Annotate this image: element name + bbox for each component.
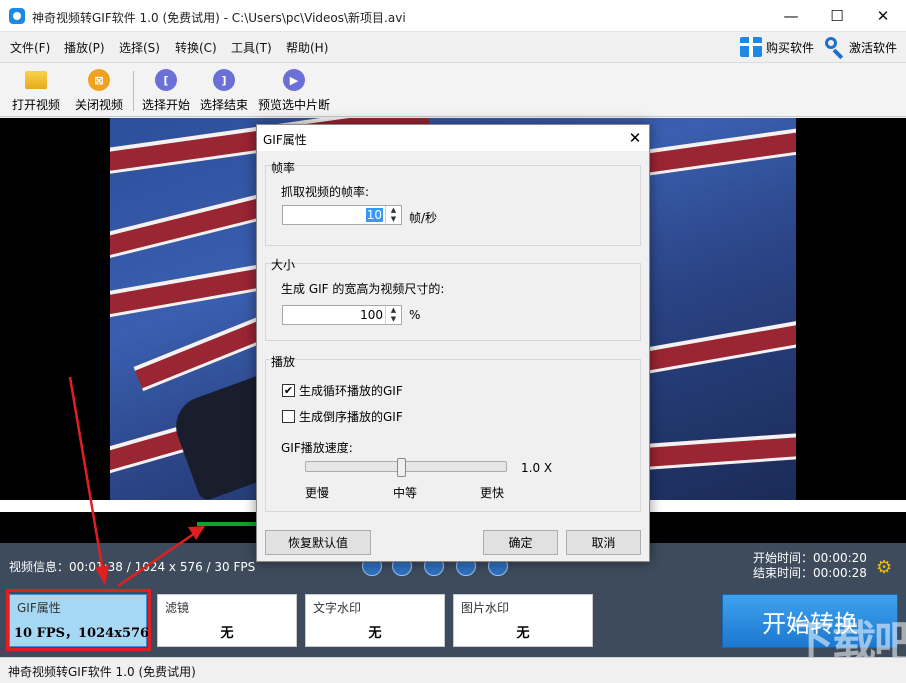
buy-software-label: 购买软件 <box>766 40 815 55</box>
framerate-unit: 帧/秒 <box>409 211 438 225</box>
open-video-button[interactable]: 打开视频 <box>8 63 64 118</box>
menu-tools[interactable]: 工具(T) <box>231 39 272 56</box>
reverse-check-box[interactable] <box>282 410 295 423</box>
image-watermark-card[interactable]: 图片水印 无 <box>453 594 593 647</box>
video-info: 视频信息：00:01:38 / 1024 x 576 / 30 FPS <box>9 560 256 574</box>
menu-help[interactable]: 帮助(H) <box>286 39 328 56</box>
close-video-icon: ⊠ <box>88 69 110 91</box>
playback-group-title: 播放 <box>271 355 296 369</box>
open-video-label: 打开视频 <box>11 98 60 112</box>
filter-value: 无 <box>220 626 234 641</box>
title-bar: 神奇视频转GIF软件 1.0 (免费试用) - C:\Users\pc\Vide… <box>0 0 906 32</box>
maximize-button[interactable]: ☐ <box>814 0 860 32</box>
image-watermark-title: 图片水印 <box>461 601 510 615</box>
app-icon <box>9 8 25 24</box>
folder-open-icon <box>25 71 47 89</box>
ok-button[interactable]: 确定 <box>483 530 558 555</box>
select-end-label: 选择结束 <box>199 98 248 112</box>
toolbar: 打开视频 ⊠ 关闭视频 [ 选择开始 ] 选择结束 ▶ 预览选中片断 <box>0 62 906 117</box>
activate-software-label: 激活软件 <box>849 40 898 55</box>
menu-file[interactable]: 文件(F) <box>10 39 50 56</box>
image-watermark-value: 无 <box>516 626 530 641</box>
text-watermark-title: 文字水印 <box>313 601 362 615</box>
size-group-title: 大小 <box>271 258 296 272</box>
size-unit: % <box>409 308 421 322</box>
spinner-arrows-icon[interactable]: ▲ ▼ <box>385 306 401 324</box>
speed-slow-label: 更慢 <box>305 486 330 500</box>
select-end-button[interactable]: ] 选择结束 <box>198 63 250 118</box>
speed-slider-thumb[interactable] <box>397 458 407 477</box>
filter-title: 滤镜 <box>165 601 190 615</box>
menu-convert[interactable]: 转换(C) <box>175 39 217 56</box>
size-input[interactable]: 100 ▲ ▼ <box>282 305 402 325</box>
spinner-arrows-icon[interactable]: ▲ ▼ <box>385 206 401 224</box>
framerate-input[interactable]: 10 ▲ ▼ <box>282 205 402 225</box>
framerate-label: 抓取视频的帧率: <box>281 185 370 199</box>
end-time-value: 00:00:28 <box>813 566 867 580</box>
speed-fast-label: 更快 <box>480 486 505 500</box>
loop-check-box[interactable]: ✔ <box>282 384 295 397</box>
dialog-title: GIF属性 <box>263 133 307 147</box>
reverse-checkbox[interactable]: 生成倒序播放的GIF <box>282 408 403 425</box>
gif-properties-dialog: GIF属性 ✕ 帧率 抓取视频的帧率: 10 ▲ ▼ 帧/秒 大小 生成 GIF … <box>256 124 650 562</box>
close-video-label: 关闭视频 <box>74 98 123 112</box>
speed-label: GIF播放速度: <box>281 441 353 455</box>
end-time-label: 结束时间： <box>753 566 814 580</box>
gear-icon[interactable]: ⚙ <box>876 559 894 577</box>
select-start-label: 选择开始 <box>141 98 190 112</box>
reset-defaults-button[interactable]: 恢复默认值 <box>265 530 371 555</box>
select-start-icon: [ <box>155 69 177 91</box>
size-group <box>265 263 641 341</box>
select-end-icon: ] <box>213 69 235 91</box>
cancel-button[interactable]: 取消 <box>566 530 641 555</box>
loop-checkbox[interactable]: ✔ 生成循环播放的GIF <box>282 382 403 399</box>
start-time-label: 开始时间： <box>753 551 814 565</box>
speed-value: 1.0 X <box>521 461 553 475</box>
dialog-close-button[interactable]: ✕ <box>621 125 649 151</box>
close-video-button[interactable]: ⊠ 关闭视频 <box>70 63 128 118</box>
buy-software-button[interactable]: 购买软件 <box>740 36 814 58</box>
menu-select[interactable]: 选择(S) <box>119 39 160 56</box>
bottom-panel: GIF属性 10 FPS，1024x576 滤镜 无 文字水印 无 图片水印 无… <box>0 585 906 657</box>
menu-bar: 文件(F) 播放(P) 选择(S) 转换(C) 工具(T) 帮助(H) 购买软件… <box>0 32 906 62</box>
text-watermark-card[interactable]: 文字水印 无 <box>305 594 445 647</box>
highlight-box <box>6 589 151 651</box>
key-icon <box>825 37 845 60</box>
play-icon: ▶ <box>283 69 305 91</box>
activate-software-button[interactable]: 激活软件 <box>825 36 898 60</box>
status-text: 神奇视频转GIF软件 1.0 (免费试用) <box>8 665 196 679</box>
framerate-value: 10 <box>365 208 383 222</box>
speed-medium-label: 中等 <box>393 486 418 500</box>
end-time: 结束时间：00:00:28 <box>753 564 867 581</box>
size-value: 100 <box>360 308 383 322</box>
loop-checkbox-label: 生成循环播放的GIF <box>299 384 403 398</box>
text-watermark-value: 无 <box>368 626 382 641</box>
close-button[interactable]: ✕ <box>860 0 906 32</box>
menu-play[interactable]: 播放(P) <box>64 39 105 56</box>
window-title: 神奇视频转GIF软件 1.0 (免费试用) - C:\Users\pc\Vide… <box>32 11 406 25</box>
select-start-button[interactable]: [ 选择开始 <box>140 63 192 118</box>
status-bar: 神奇视频转GIF软件 1.0 (免费试用) <box>0 657 906 683</box>
size-label: 生成 GIF 的宽高为视频尺寸的: <box>281 282 445 296</box>
preview-selection-label: 预览选中片断 <box>257 98 330 112</box>
preview-selection-button[interactable]: ▶ 预览选中片断 <box>256 63 332 118</box>
dialog-title-bar: GIF属性 ✕ <box>257 125 649 151</box>
framerate-group-title: 帧率 <box>271 161 296 175</box>
toolbar-divider <box>133 71 134 111</box>
reverse-checkbox-label: 生成倒序播放的GIF <box>299 410 403 424</box>
filter-card[interactable]: 滤镜 无 <box>157 594 297 647</box>
minimize-button[interactable]: — <box>768 0 814 32</box>
gift-icon <box>740 37 762 57</box>
close-icon: ✕ <box>628 129 642 147</box>
start-time-value: 00:00:20 <box>813 551 867 565</box>
